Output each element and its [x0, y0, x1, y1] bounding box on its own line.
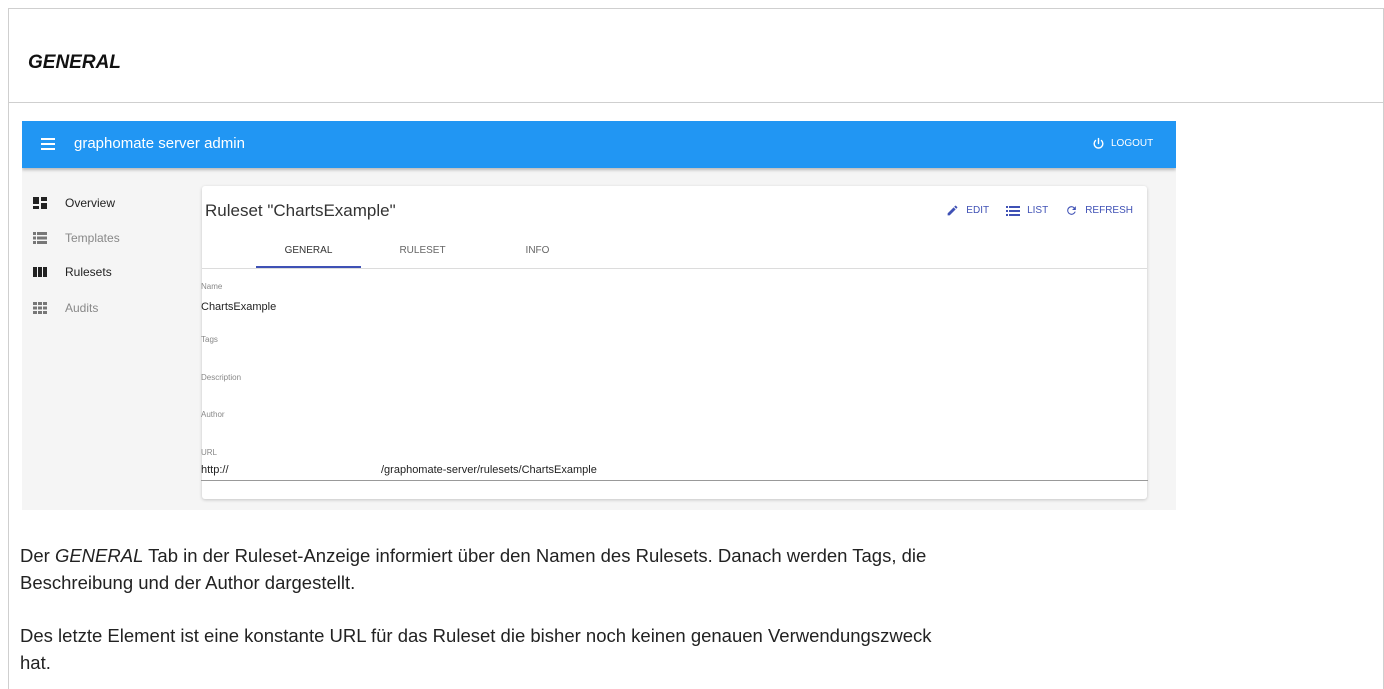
list-button[interactable]: LIST [1006, 205, 1048, 217]
sidebar-item-label: Rulesets [65, 265, 112, 279]
tab-info[interactable]: INFO [485, 244, 590, 266]
section-heading: GENERAL [28, 52, 121, 73]
sidebar-item-rulesets[interactable]: Rulesets [33, 262, 112, 282]
refresh-button[interactable]: REFRESH [1065, 204, 1133, 217]
description-paragraph-1: Der GENERAL Tab in der Ruleset-Anzeige i… [20, 542, 1370, 596]
url-path: /graphomate-server/rulesets/ChartsExampl… [381, 464, 597, 476]
list-icon [1006, 205, 1021, 216]
p2-text-line2: hat. [20, 652, 51, 673]
tab-bar: GENERAL RULESET INFO [202, 244, 1147, 269]
sidebar-item-templates[interactable]: Templates [33, 228, 120, 248]
p1-text-line2: Beschreibung und der Author dargestellt. [20, 572, 356, 593]
url-label: URL [201, 448, 218, 457]
description-paragraph-2: Des letzte Element ist eine konstante UR… [20, 622, 1370, 676]
tab-ruleset[interactable]: RULESET [370, 244, 475, 266]
p1-emphasis: GENERAL [54, 545, 144, 566]
hamburger-menu-icon[interactable] [41, 138, 55, 150]
refresh-label: REFRESH [1085, 205, 1133, 216]
ruleset-card: Ruleset "ChartsExample" EDIT LIST REFRES… [201, 186, 1148, 499]
grid-icon [33, 302, 47, 314]
url-field[interactable]: http:// /graphomate-server/rulesets/Chart… [201, 464, 1148, 481]
description-label: Description [201, 373, 242, 382]
url-prefix: http:// [201, 464, 229, 476]
name-label: Name [201, 282, 223, 291]
author-label: Author [201, 410, 225, 419]
page-title: Ruleset "ChartsExample" [205, 201, 396, 220]
card-actions: EDIT LIST REFRESH [929, 204, 1133, 217]
columns-icon [33, 267, 47, 277]
sidebar-item-audits[interactable]: Audits [33, 298, 98, 318]
logout-label: LOGOUT [1111, 138, 1154, 149]
p1-text-rest: Tab in der Ruleset-Anzeige informiert üb… [143, 545, 927, 566]
p2-text-line1: Des letzte Element ist eine konstante UR… [20, 625, 932, 646]
screenshot: graphomate server admin LOGOUT Overview … [22, 121, 1176, 510]
logout-button[interactable]: LOGOUT [1092, 137, 1153, 150]
edit-button[interactable]: EDIT [946, 204, 989, 217]
p1-text-start: Der [20, 545, 55, 566]
list-view-icon [33, 232, 47, 244]
sidebar-item-label: Audits [65, 301, 99, 315]
app-bar: graphomate server admin LOGOUT [22, 121, 1176, 168]
power-icon [1093, 137, 1104, 149]
dashboard-icon [33, 197, 47, 209]
name-value: ChartsExample [201, 301, 277, 313]
sidebar-item-label: Overview [65, 196, 116, 210]
app-title: graphomate server admin [74, 135, 245, 152]
sidebar-item-label: Templates [65, 231, 120, 245]
tab-general[interactable]: GENERAL [256, 244, 361, 268]
tags-label: Tags [201, 335, 218, 344]
divider [8, 102, 1384, 103]
edit-label: EDIT [966, 205, 990, 216]
list-label: LIST [1027, 205, 1049, 216]
refresh-icon [1067, 206, 1077, 215]
pencil-icon [947, 205, 958, 216]
sidebar-item-overview[interactable]: Overview [33, 193, 115, 213]
